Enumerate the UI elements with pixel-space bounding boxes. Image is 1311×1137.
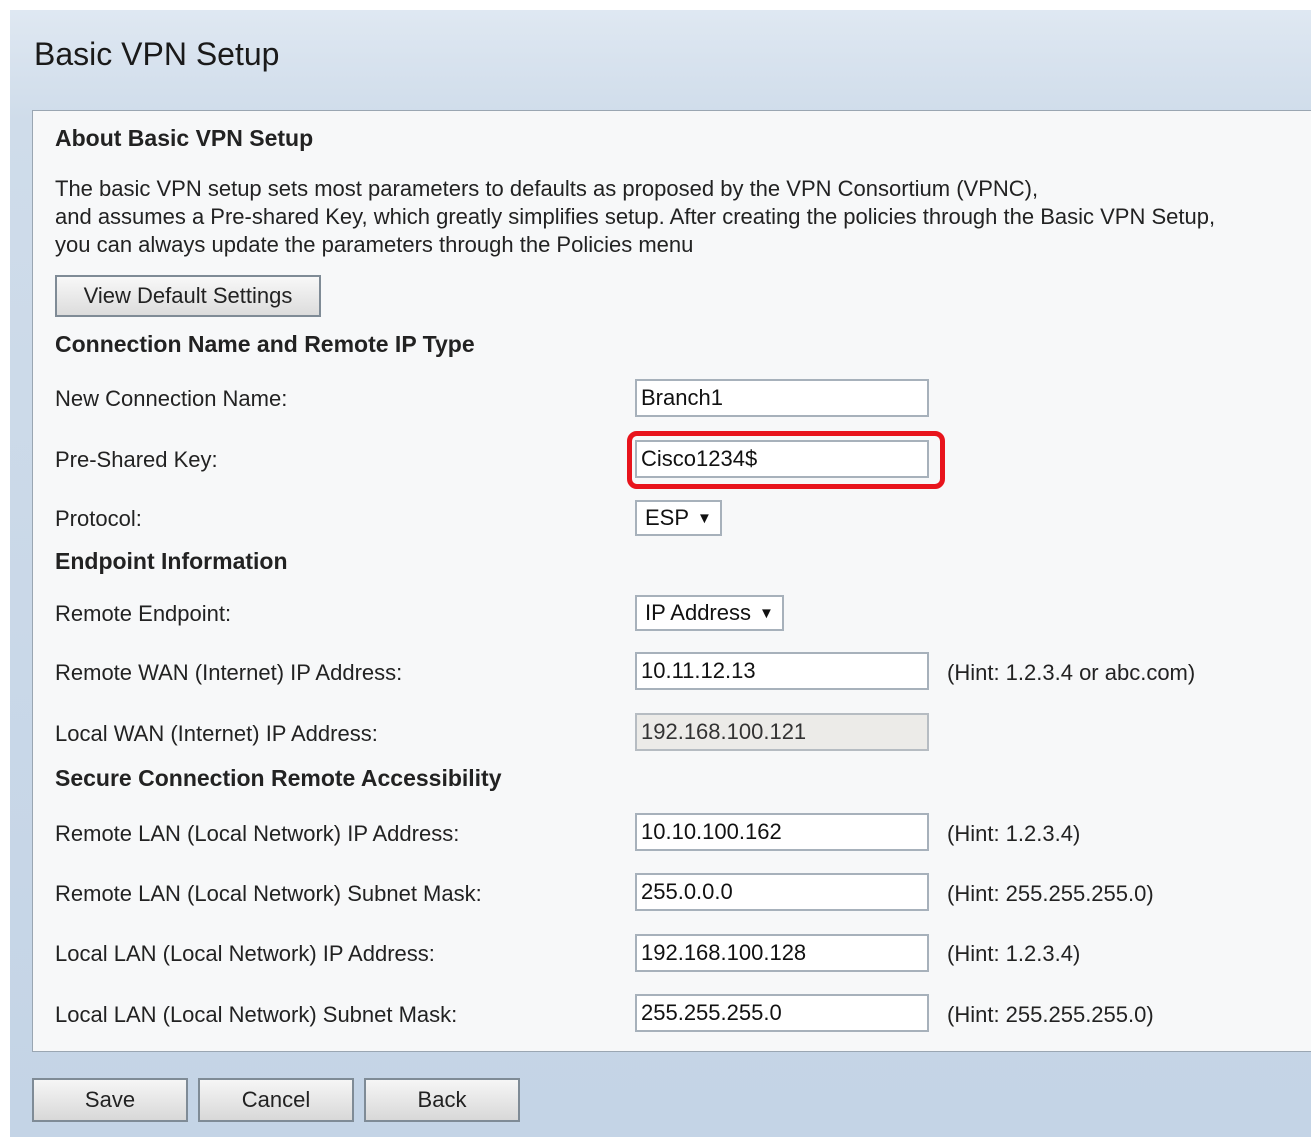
protocol-selected-value: ESP <box>645 505 690 530</box>
view-default-settings-button[interactable]: View Default Settings <box>55 275 321 317</box>
vpn-setup-panel: About Basic VPN Setup The basic VPN setu… <box>32 110 1311 1052</box>
triangle-down-icon: ▼ <box>759 605 774 622</box>
about-line-1: The basic VPN setup sets most parameters… <box>55 176 1039 201</box>
pre-shared-key-input[interactable] <box>635 440 929 478</box>
endpoint-heading: Endpoint Information <box>55 548 288 574</box>
cancel-button[interactable]: Cancel <box>198 1078 354 1122</box>
remote-wan-ip-input[interactable] <box>635 652 929 690</box>
page-background: Basic VPN Setup About Basic VPN Setup Th… <box>10 10 1311 1137</box>
local-lan-ip-hint: (Hint: 1.2.3.4) <box>947 941 1081 966</box>
protocol-select[interactable]: ESP ▼ <box>635 500 722 536</box>
save-button[interactable]: Save <box>32 1078 188 1122</box>
page-title: Basic VPN Setup <box>34 36 280 72</box>
local-wan-ip-input <box>635 713 929 751</box>
protocol-label: Protocol: <box>55 506 142 531</box>
triangle-down-icon: ▼ <box>697 510 712 527</box>
connection-name-label: New Connection Name: <box>55 386 288 411</box>
accessibility-heading: Secure Connection Remote Accessibility <box>55 765 502 791</box>
remote-endpoint-label: Remote Endpoint: <box>55 601 232 626</box>
about-description: The basic VPN setup sets most parameters… <box>55 175 1215 259</box>
local-wan-ip-label: Local WAN (Internet) IP Address: <box>55 721 378 746</box>
remote-wan-ip-hint: (Hint: 1.2.3.4 or abc.com) <box>947 660 1196 685</box>
local-lan-mask-label: Local LAN (Local Network) Subnet Mask: <box>55 1002 458 1027</box>
connection-heading: Connection Name and Remote IP Type <box>55 331 475 357</box>
back-button[interactable]: Back <box>364 1078 520 1122</box>
pre-shared-key-label: Pre-Shared Key: <box>55 447 218 472</box>
remote-endpoint-selected-value: IP Address <box>645 600 751 625</box>
remote-lan-mask-hint: (Hint: 255.255.255.0) <box>947 881 1154 906</box>
local-lan-mask-hint: (Hint: 255.255.255.0) <box>947 1002 1154 1027</box>
local-lan-mask-input[interactable] <box>635 994 929 1032</box>
connection-name-input[interactable] <box>635 379 929 417</box>
local-lan-ip-label: Local LAN (Local Network) IP Address: <box>55 941 435 966</box>
remote-endpoint-select[interactable]: IP Address ▼ <box>635 595 784 631</box>
remote-lan-mask-label: Remote LAN (Local Network) Subnet Mask: <box>55 881 482 906</box>
about-line-2: and assumes a Pre-shared Key, which grea… <box>55 204 1216 229</box>
remote-lan-ip-hint: (Hint: 1.2.3.4) <box>947 821 1081 846</box>
remote-lan-ip-label: Remote LAN (Local Network) IP Address: <box>55 821 460 846</box>
local-lan-ip-input[interactable] <box>635 934 929 972</box>
remote-wan-ip-label: Remote WAN (Internet) IP Address: <box>55 660 403 685</box>
remote-lan-ip-input[interactable] <box>635 813 929 851</box>
remote-lan-mask-input[interactable] <box>635 873 929 911</box>
about-heading: About Basic VPN Setup <box>55 125 314 151</box>
about-line-3: you can always update the parameters thr… <box>55 232 694 257</box>
